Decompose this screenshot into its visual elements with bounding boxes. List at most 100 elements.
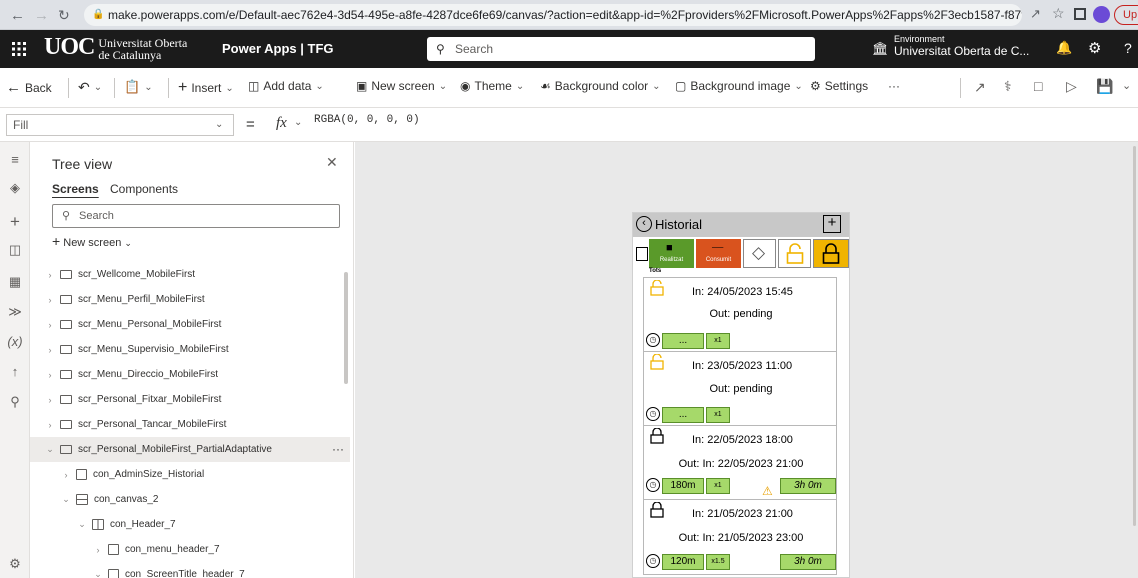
update-button[interactable]: Up bbox=[1114, 5, 1138, 25]
design-canvas[interactable]: ‹ Historial + ■ Realitzat ── Consumit ◇ … bbox=[355, 142, 1138, 578]
background-image-button[interactable]: ▢ Background image ⌄ bbox=[675, 79, 803, 93]
insert-button[interactable]: + Insert ⌄ bbox=[178, 79, 234, 97]
filter-open-button[interactable] bbox=[778, 239, 811, 268]
tree-item-label: scr_Menu_Personal_MobileFirst bbox=[78, 319, 222, 330]
background-color-button[interactable]: ☙ Background color ⌄ bbox=[540, 79, 661, 93]
power-automate-icon[interactable]: ≫ bbox=[7, 304, 23, 320]
filter-realitzat-button[interactable]: ■ Realitzat bbox=[649, 239, 694, 268]
sidepanel-icon[interactable] bbox=[1074, 8, 1086, 20]
close-icon[interactable]: ✕ bbox=[326, 154, 338, 171]
back-circle-icon[interactable]: ‹ bbox=[636, 216, 652, 232]
help-icon[interactable]: ? bbox=[1124, 40, 1132, 56]
chevron-down-icon: ⌄ bbox=[144, 81, 153, 93]
more-button[interactable]: ··· bbox=[888, 79, 900, 93]
settings-gear-icon[interactable]: ⚙ bbox=[7, 556, 23, 572]
tree-view-icon[interactable]: ◈ bbox=[7, 180, 23, 196]
add-data-button[interactable]: ◫ Add data ⌄ bbox=[248, 79, 324, 93]
browser-back-icon[interactable]: ← bbox=[10, 7, 25, 24]
reload-icon[interactable]: ↻ bbox=[58, 7, 70, 24]
comment-icon[interactable]: □ bbox=[1034, 78, 1042, 94]
save-icon[interactable]: 💾 bbox=[1096, 78, 1113, 95]
tree-view-title: Tree view bbox=[52, 156, 113, 172]
add-box-icon[interactable]: + bbox=[823, 215, 841, 233]
new-screen-button[interactable]: ▣ New screen ⌄ bbox=[356, 79, 447, 93]
search-placeholder: Search bbox=[455, 42, 494, 56]
tab-screens[interactable]: Screens bbox=[52, 182, 99, 196]
chevron-down-icon[interactable]: ⌄ bbox=[294, 117, 302, 128]
share-icon[interactable]: ↗ bbox=[974, 79, 986, 96]
undo-button[interactable]: ↶ ⌄ bbox=[78, 79, 102, 96]
tree-view-panel: Tree view ✕ Screens Components ⚲ Search … bbox=[30, 142, 354, 578]
tree-item[interactable]: ⌄ con_Header_7 bbox=[30, 512, 350, 537]
tree-item-label: con_AdminSize_Historial bbox=[93, 469, 205, 480]
chevron-right-icon: › bbox=[48, 369, 52, 380]
notification-icon[interactable]: 🔔 bbox=[1056, 40, 1072, 56]
tree-item[interactable]: › scr_Menu_Personal_MobileFirst bbox=[30, 312, 350, 337]
screen-icon bbox=[60, 270, 72, 279]
tab-components[interactable]: Components bbox=[110, 182, 178, 196]
settings-gear-icon[interactable]: ⚙ bbox=[1088, 39, 1101, 57]
insert-icon[interactable]: + bbox=[7, 213, 23, 230]
share-icon[interactable]: ↗ bbox=[1030, 6, 1041, 22]
environment-picker[interactable]: 🏛 Environment Universitat Oberta de C... bbox=[872, 34, 1029, 58]
profile-avatar[interactable] bbox=[1093, 6, 1110, 23]
tree-item[interactable]: › con_AdminSize_Historial bbox=[30, 462, 350, 487]
record-card[interactable]: In: 21/05/2023 21:00 Out: In: 21/05/2023… bbox=[643, 499, 837, 575]
tree-search-input[interactable]: ⚲ Search bbox=[52, 204, 340, 228]
tree-item[interactable]: › scr_Personal_Fitxar_MobileFirst bbox=[30, 387, 350, 412]
app-screen-preview[interactable]: ‹ Historial + ■ Realitzat ── Consumit ◇ … bbox=[632, 212, 850, 578]
record-card[interactable]: In: 23/05/2023 11:00 Out: pending ◷ ... … bbox=[643, 351, 837, 427]
play-icon[interactable]: ▷ bbox=[1066, 78, 1077, 95]
screen-header: ‹ Historial + bbox=[633, 213, 849, 237]
tree-item-selected[interactable]: ⌄ scr_Personal_MobileFirst_PartialAdaptat… bbox=[30, 437, 350, 462]
global-search-input[interactable]: ⚲ Search bbox=[427, 37, 815, 61]
divider bbox=[960, 78, 961, 98]
chevron-down-icon: ⌄ bbox=[225, 82, 234, 94]
address-bar[interactable]: 🔒 make.powerapps.com/e/Default-aec762e4-… bbox=[84, 4, 1022, 26]
data-icon[interactable]: ◫ bbox=[7, 242, 23, 258]
screen-icon bbox=[60, 420, 72, 429]
search-icon[interactable]: ⚲ bbox=[7, 394, 23, 410]
back-button[interactable]: ← Back bbox=[6, 79, 52, 96]
fx-icon[interactable]: fx bbox=[276, 115, 287, 132]
more-options-icon[interactable]: ··· bbox=[332, 442, 344, 456]
screen-icon bbox=[60, 395, 72, 404]
settings-gear-icon: ⚙ bbox=[810, 79, 821, 93]
waffle-icon[interactable] bbox=[0, 30, 38, 68]
browser-forward-icon[interactable]: → bbox=[34, 7, 49, 24]
paste-button[interactable]: 📋 ⌄ bbox=[124, 79, 153, 95]
tools-icon[interactable]: ↑ bbox=[7, 364, 23, 380]
tree-item[interactable]: › scr_Menu_Supervisio_MobileFirst bbox=[30, 337, 350, 362]
tree-item[interactable]: › con_menu_header_7 bbox=[30, 537, 350, 562]
record-card[interactable]: In: 24/05/2023 15:45 Out: pending ◷ ... … bbox=[643, 277, 837, 353]
app-checker-icon[interactable]: ⚕ bbox=[1004, 78, 1012, 95]
chevron-right-icon: › bbox=[48, 319, 52, 330]
variables-icon[interactable]: (x) bbox=[7, 334, 23, 350]
chevron-down-icon[interactable]: ⌄ bbox=[1122, 79, 1131, 92]
filter-tag-button[interactable]: ◇ bbox=[743, 239, 776, 268]
lock-closed-icon bbox=[650, 502, 664, 518]
record-card[interactable]: In: 22/05/2023 18:00 Out: In: 22/05/2023… bbox=[643, 425, 837, 501]
record-in: In: 24/05/2023 15:45 bbox=[692, 286, 793, 298]
formula-bar: Fill ⌄ = fx ⌄ RGBA(0, 0, 0, 0) bbox=[0, 108, 1138, 142]
theme-button[interactable]: ◉ Theme ⌄ bbox=[460, 79, 524, 93]
duration-chip: 180m bbox=[662, 478, 704, 494]
tree-item[interactable]: › scr_Menu_Perfil_MobileFirst bbox=[30, 287, 350, 312]
checkbox[interactable] bbox=[636, 247, 648, 261]
settings-button[interactable]: ⚙ Settings bbox=[810, 79, 868, 93]
filter-closed-button[interactable] bbox=[813, 239, 849, 268]
property-dropdown[interactable]: Fill ⌄ bbox=[6, 114, 234, 136]
canvas-scrollbar[interactable] bbox=[1133, 146, 1136, 526]
filter-consumit-button[interactable]: ── Consumit bbox=[696, 239, 741, 268]
menu-icon[interactable]: ≡ bbox=[7, 152, 23, 168]
tree-item[interactable]: › scr_Personal_Tancar_MobileFirst bbox=[30, 412, 350, 437]
formula-input[interactable]: RGBA(0, 0, 0, 0) bbox=[314, 114, 420, 126]
tree-scrollbar[interactable] bbox=[344, 272, 348, 384]
tree-item[interactable]: ⌄ con_ScreenTitle_header_7 bbox=[30, 562, 350, 578]
tree-item[interactable]: › scr_Menu_Direccio_MobileFirst bbox=[30, 362, 350, 387]
bookmark-star-icon[interactable]: ☆ bbox=[1052, 5, 1065, 22]
media-icon[interactable]: ▦ bbox=[7, 274, 23, 290]
screen-icon bbox=[60, 320, 72, 329]
tree-item[interactable]: › scr_Wellcome_MobileFirst bbox=[30, 262, 350, 287]
tree-item[interactable]: ⌄ con_canvas_2 bbox=[30, 487, 350, 512]
